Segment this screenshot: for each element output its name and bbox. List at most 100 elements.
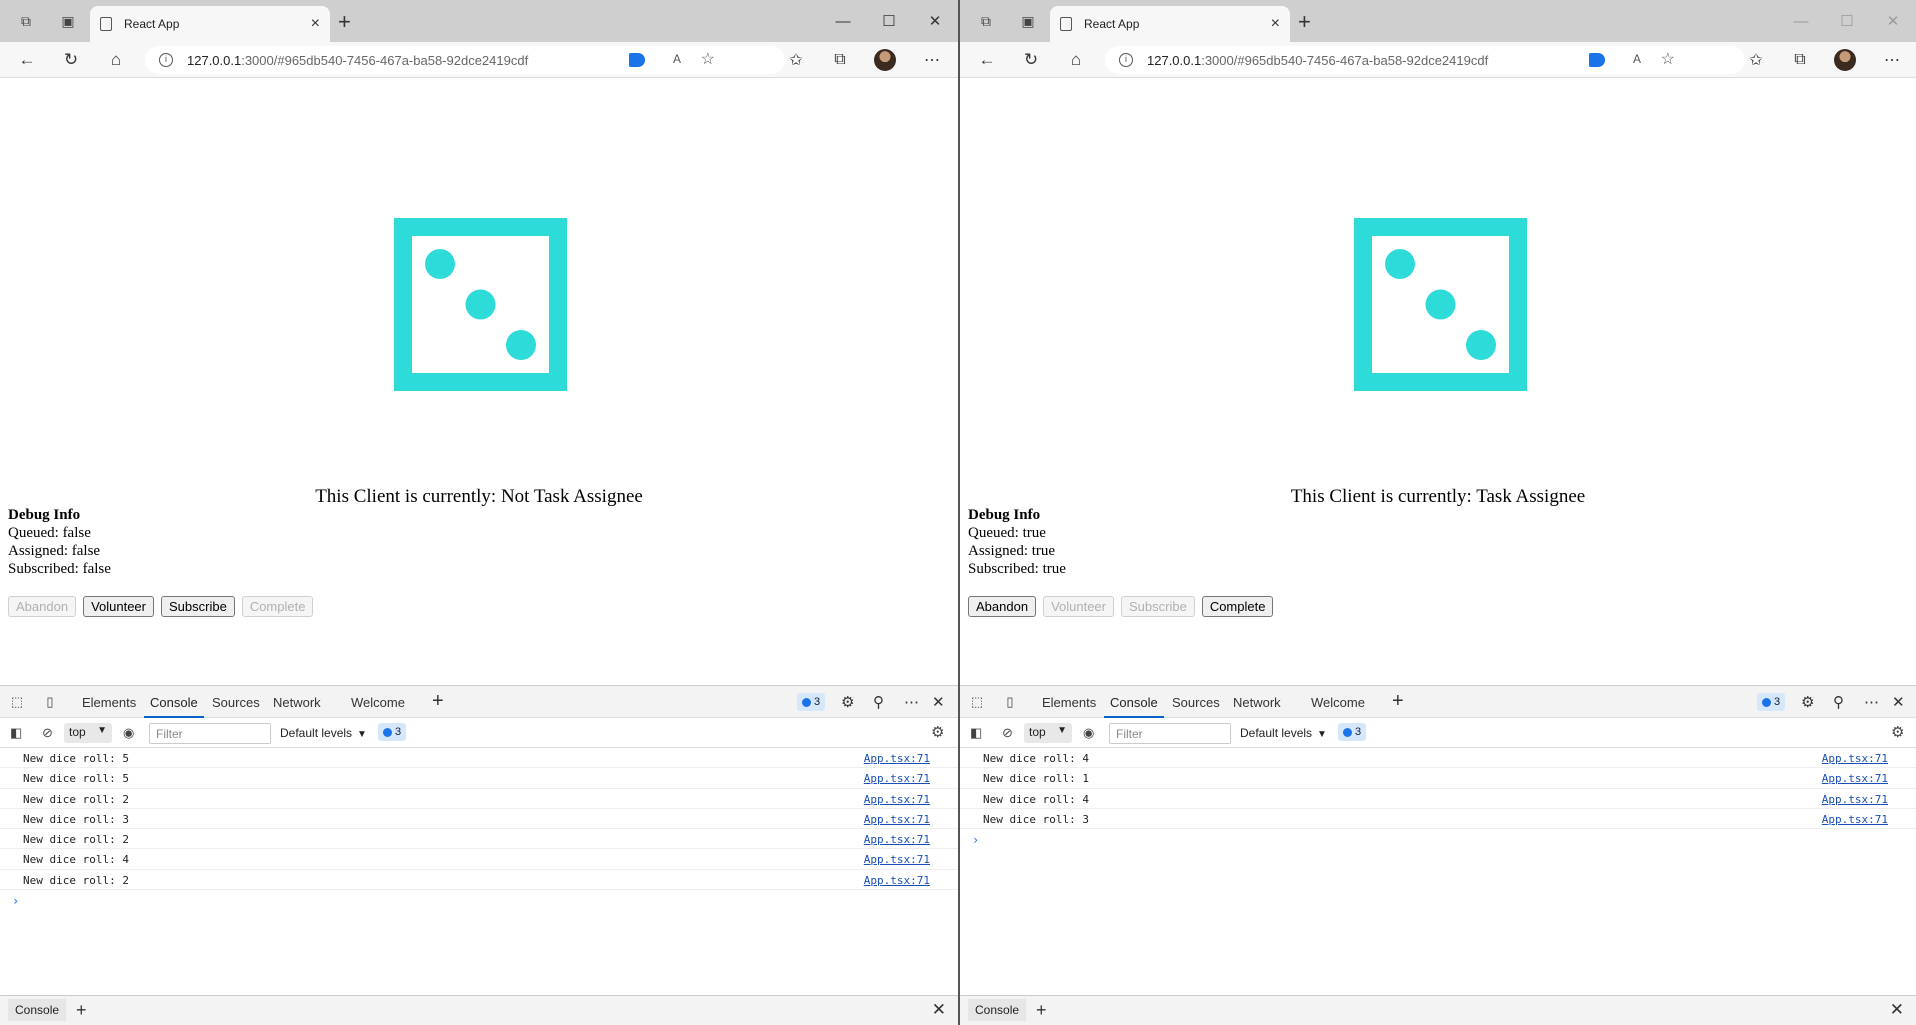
clear-console-icon[interactable]: ⊘ xyxy=(1002,725,1013,741)
refresh-icon[interactable]: ↻ xyxy=(1019,48,1043,72)
tab-elements[interactable]: Elements xyxy=(82,695,136,710)
close-devtools-icon[interactable]: ✕ xyxy=(1892,693,1905,711)
site-info-icon[interactable]: i xyxy=(1119,53,1133,67)
inspect-icon[interactable]: ⬚ xyxy=(8,694,26,710)
add-tab-icon[interactable]: + xyxy=(432,690,444,713)
settings-icon[interactable]: ⚙ xyxy=(1801,693,1814,711)
drawer-add-icon[interactable]: + xyxy=(76,1000,87,1021)
read-aloud-icon[interactable]: A xyxy=(1633,52,1641,66)
sidebar-toggle-icon[interactable]: ◧ xyxy=(970,725,982,741)
close-window-button[interactable]: ✕ xyxy=(1870,6,1916,36)
abandon-button[interactable]: Abandon xyxy=(968,596,1037,617)
more-options-icon[interactable]: ⋯ xyxy=(1864,693,1879,711)
favorite-star-icon[interactable]: ☆ xyxy=(701,49,715,69)
log-source-link[interactable]: App.tsx:71 xyxy=(1822,752,1888,765)
back-icon[interactable]: ← xyxy=(15,48,39,72)
issues-badge[interactable]: 3 xyxy=(797,693,826,711)
site-info-icon[interactable]: i xyxy=(159,53,173,67)
tab-sources[interactable]: Sources xyxy=(212,695,260,710)
log-source-link[interactable]: App.tsx:71 xyxy=(1822,793,1888,806)
log-source-link[interactable]: App.tsx:71 xyxy=(1822,772,1888,785)
clear-console-icon[interactable]: ⊘ xyxy=(42,725,53,741)
new-tab-icon[interactable]: + xyxy=(338,9,351,35)
favorites-icon[interactable]: ✩ xyxy=(784,48,808,72)
favorites-icon[interactable]: ✩ xyxy=(1744,48,1768,72)
console-prompt-icon[interactable]: › xyxy=(0,890,958,908)
tab-welcome[interactable]: Welcome xyxy=(1311,695,1365,710)
tab-network[interactable]: Network xyxy=(273,695,321,710)
coupon-tag-icon[interactable] xyxy=(1589,53,1605,67)
tab-elements[interactable]: Elements xyxy=(1042,695,1096,710)
live-expression-icon[interactable]: ◉ xyxy=(123,725,134,741)
drawer-close-icon[interactable]: ✕ xyxy=(932,1000,946,1020)
collections-icon[interactable]: ⧉ xyxy=(1788,48,1812,72)
device-toggle-icon[interactable]: ▯ xyxy=(1001,694,1019,710)
browser-tab[interactable]: React App × xyxy=(1050,6,1290,42)
levels-dropdown[interactable]: Default levels ▼ xyxy=(1240,726,1327,740)
tab-console[interactable]: Console xyxy=(1104,695,1164,718)
issues-badge[interactable]: 3 xyxy=(378,723,407,741)
live-expression-icon[interactable]: ◉ xyxy=(1083,725,1094,741)
favorite-star-icon[interactable]: ☆ xyxy=(1661,49,1675,69)
drawer-add-icon[interactable]: + xyxy=(1036,1000,1047,1021)
close-tab-icon[interactable]: × xyxy=(1271,15,1280,33)
settings-icon[interactable]: ⚙ xyxy=(841,693,854,711)
tab-actions-icon[interactable]: ▣ xyxy=(58,11,78,31)
volunteer-button[interactable]: Volunteer xyxy=(83,596,154,617)
coupon-tag-icon[interactable] xyxy=(629,53,645,67)
subscribe-button[interactable]: Subscribe xyxy=(1121,596,1195,617)
subscribe-button[interactable]: Subscribe xyxy=(161,596,235,617)
maximize-button[interactable]: ☐ xyxy=(866,6,912,36)
minimize-button[interactable]: — xyxy=(820,6,866,36)
home-icon[interactable]: ⌂ xyxy=(104,48,128,72)
more-icon[interactable]: ⋯ xyxy=(1880,48,1904,72)
abandon-button[interactable]: Abandon xyxy=(8,596,77,617)
refresh-icon[interactable]: ↻ xyxy=(59,48,83,72)
log-source-link[interactable]: App.tsx:71 xyxy=(1822,813,1888,826)
profile-avatar[interactable] xyxy=(1834,49,1856,71)
complete-button[interactable]: Complete xyxy=(1201,596,1274,617)
filter-input[interactable]: Filter xyxy=(1109,723,1231,744)
profile-avatar[interactable] xyxy=(874,49,896,71)
issues-badge[interactable]: 3 xyxy=(1757,693,1786,711)
maximize-button[interactable]: ☐ xyxy=(1824,6,1870,36)
more-options-icon[interactable]: ⋯ xyxy=(904,693,919,711)
log-source-link[interactable]: App.tsx:71 xyxy=(864,813,930,826)
browser-tab[interactable]: React App × xyxy=(90,6,330,42)
issues-badge[interactable]: 3 xyxy=(1338,723,1367,741)
log-source-link[interactable]: App.tsx:71 xyxy=(864,752,930,765)
volunteer-button[interactable]: Volunteer xyxy=(1043,596,1114,617)
sidebar-toggle-icon[interactable]: ◧ xyxy=(10,725,22,741)
levels-dropdown[interactable]: Default levels ▼ xyxy=(280,726,367,740)
close-devtools-icon[interactable]: ✕ xyxy=(932,693,945,711)
tab-actions-icon[interactable]: ▣ xyxy=(1018,11,1038,31)
close-tab-icon[interactable]: × xyxy=(311,15,320,33)
url-field[interactable]: i 127.0.0.1:3000/#965db540-7456-467a-ba5… xyxy=(1105,46,1745,74)
minimize-button[interactable]: — xyxy=(1778,6,1824,36)
tab-welcome[interactable]: Welcome xyxy=(351,695,405,710)
tab-network[interactable]: Network xyxy=(1233,695,1281,710)
close-window-button[interactable]: ✕ xyxy=(912,6,958,36)
new-tab-icon[interactable]: + xyxy=(1298,9,1311,35)
tab-sources[interactable]: Sources xyxy=(1172,695,1220,710)
log-source-link[interactable]: App.tsx:71 xyxy=(864,853,930,866)
console-prompt-icon[interactable]: › xyxy=(960,829,1916,847)
context-select[interactable]: top ▼ xyxy=(1024,723,1072,743)
add-tab-icon[interactable]: + xyxy=(1392,690,1404,713)
url-field[interactable]: i 127.0.0.1:3000/#965db540-7456-467a-ba5… xyxy=(145,46,785,74)
home-icon[interactable]: ⌂ xyxy=(1064,48,1088,72)
inspect-icon[interactable]: ⬚ xyxy=(968,694,986,710)
log-source-link[interactable]: App.tsx:71 xyxy=(864,772,930,785)
drawer-tab-console[interactable]: Console xyxy=(8,999,67,1021)
complete-button[interactable]: Complete xyxy=(241,596,314,617)
workspaces-icon[interactable]: ⧉ xyxy=(16,11,36,31)
tab-console[interactable]: Console xyxy=(144,695,204,718)
drawer-close-icon[interactable]: ✕ xyxy=(1890,1000,1904,1020)
device-toggle-icon[interactable]: ▯ xyxy=(41,694,59,710)
filter-input[interactable]: Filter xyxy=(149,723,271,744)
more-icon[interactable]: ⋯ xyxy=(920,48,944,72)
log-source-link[interactable]: App.tsx:71 xyxy=(864,833,930,846)
back-icon[interactable]: ← xyxy=(975,48,999,72)
drawer-tab-console[interactable]: Console xyxy=(968,999,1027,1021)
log-source-link[interactable]: App.tsx:71 xyxy=(864,793,930,806)
